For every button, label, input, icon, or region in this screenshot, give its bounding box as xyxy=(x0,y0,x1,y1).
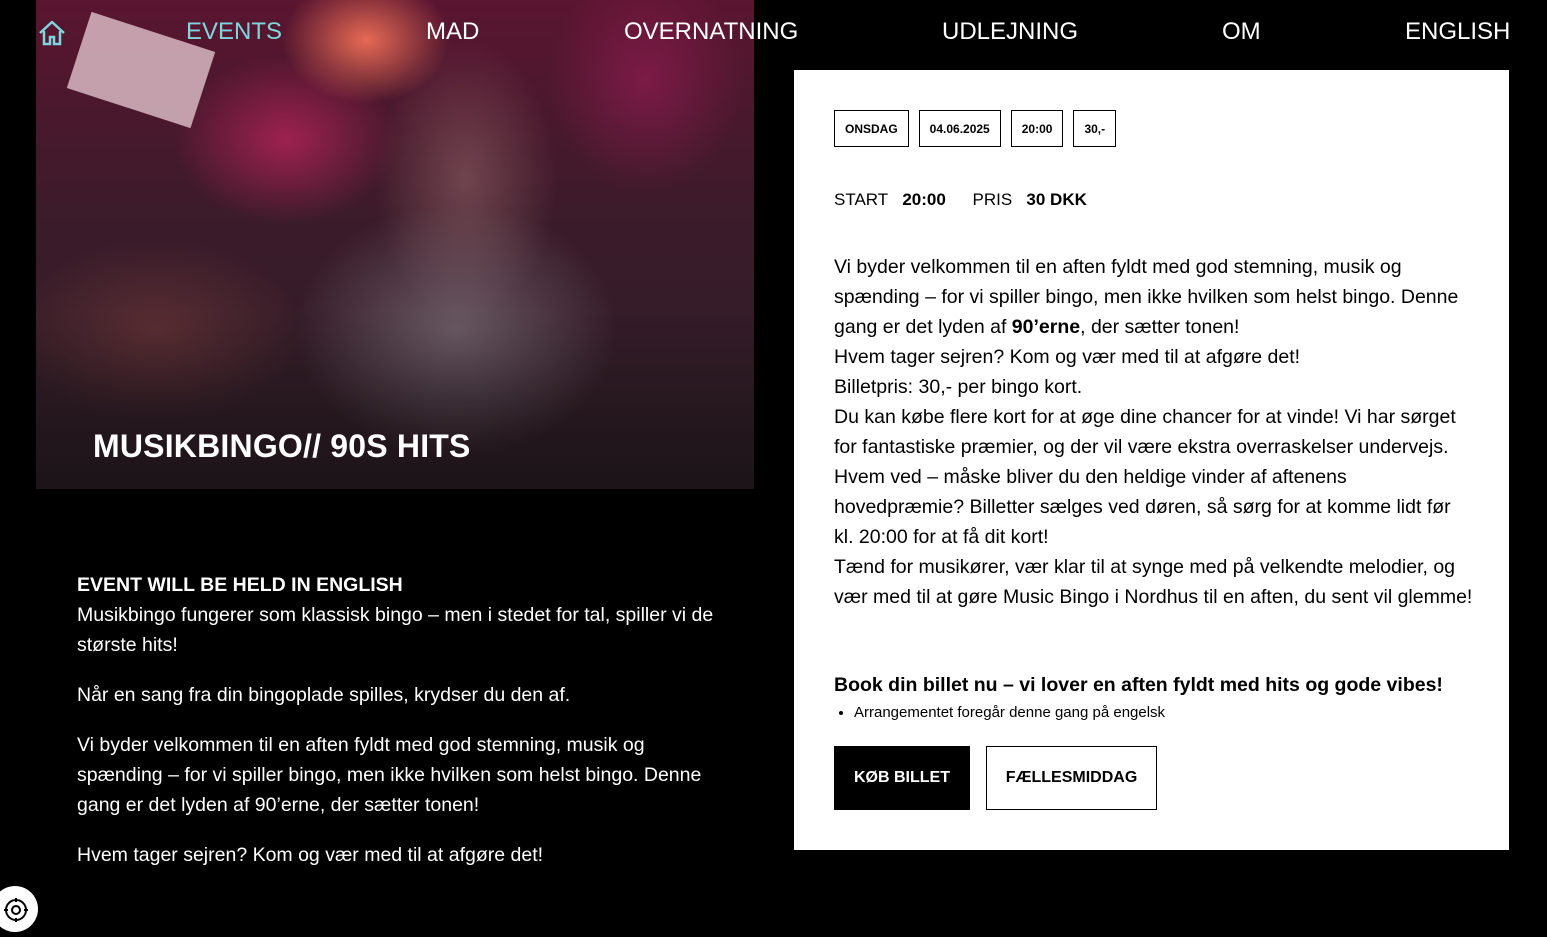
nav-mad[interactable]: MAD xyxy=(426,18,479,46)
info-list: Arrangementet foregår denne gang på enge… xyxy=(834,704,1165,721)
desc-line: Billetpris: 30,- per bingo kort. xyxy=(834,376,1083,398)
event-title: MUSIKBINGO// 90S HITS xyxy=(93,428,471,464)
desc-line: Tænd for musikører, vær klar til at syng… xyxy=(834,556,1473,608)
tag-weekday: ONSDAG xyxy=(834,110,909,147)
tag-price: 30,- xyxy=(1073,110,1117,147)
event-description: Vi byder velkommen til en aften fyldt me… xyxy=(834,252,1474,612)
dinner-button[interactable]: FÆLLESMIDDAG xyxy=(986,746,1157,810)
book-call-to-action: Book din billet nu – vi lover en aften f… xyxy=(834,674,1443,696)
home-icon[interactable] xyxy=(38,20,66,46)
language-note: EVENT WILL BE HELD IN ENGLISH xyxy=(77,574,403,596)
summary-paragraph: Når en sang fra din bingoplade spilles, … xyxy=(77,684,571,706)
event-meta: START 20:00 PRIS 30 DKK xyxy=(834,190,1087,210)
nav-events[interactable]: EVENTS xyxy=(186,18,282,46)
summary-paragraph: Hvem tager sejren? Kom og vær med til at… xyxy=(77,844,544,866)
event-tags: ONSDAG 04.06.2025 20:00 30,- xyxy=(834,110,1117,147)
nav-om[interactable]: OM xyxy=(1222,18,1261,46)
tag-time: 20:00 xyxy=(1010,110,1064,147)
start-value: 20:00 xyxy=(902,190,946,209)
cookie-settings-glyph xyxy=(4,898,28,922)
event-summary: EVENT WILL BE HELD IN ENGLISH Musikbingo… xyxy=(77,570,717,890)
start-label: START xyxy=(834,190,889,209)
price-value: 30 DKK xyxy=(1026,190,1087,209)
desc-highlight: 90’erne xyxy=(1011,316,1081,338)
hero-image: MUSIKBINGO// 90S HITS xyxy=(36,0,754,489)
nav-overnatning[interactable]: OVERNATNING xyxy=(624,18,798,46)
summary-intro: Musikbingo fungerer som klassisk bingo –… xyxy=(77,604,714,656)
main-nav: EVENTS MAD OVERNATNING UDLEJNING OM ENGL… xyxy=(0,0,1547,66)
desc-line: Du kan købe flere kort for at øge dine c… xyxy=(834,406,1456,548)
desc-text: , der sætter tonen! xyxy=(1080,316,1240,338)
summary-paragraph: Vi byder velkommen til en aften fyldt me… xyxy=(77,734,702,816)
nav-english[interactable]: ENGLISH xyxy=(1405,18,1510,46)
buy-ticket-button[interactable]: KØB BILLET xyxy=(834,746,970,810)
tag-date: 04.06.2025 xyxy=(918,110,1001,147)
desc-line: Hvem tager sejren? Kom og vær med til at… xyxy=(834,346,1301,368)
nav-udlejning[interactable]: UDLEJNING xyxy=(942,18,1078,46)
list-item: Arrangementet foregår denne gang på enge… xyxy=(854,704,1165,721)
event-details-card: ONSDAG 04.06.2025 20:00 30,- START 20:00… xyxy=(794,70,1509,850)
cookie-settings-icon[interactable] xyxy=(0,886,38,932)
price-label: PRIS xyxy=(972,190,1013,209)
